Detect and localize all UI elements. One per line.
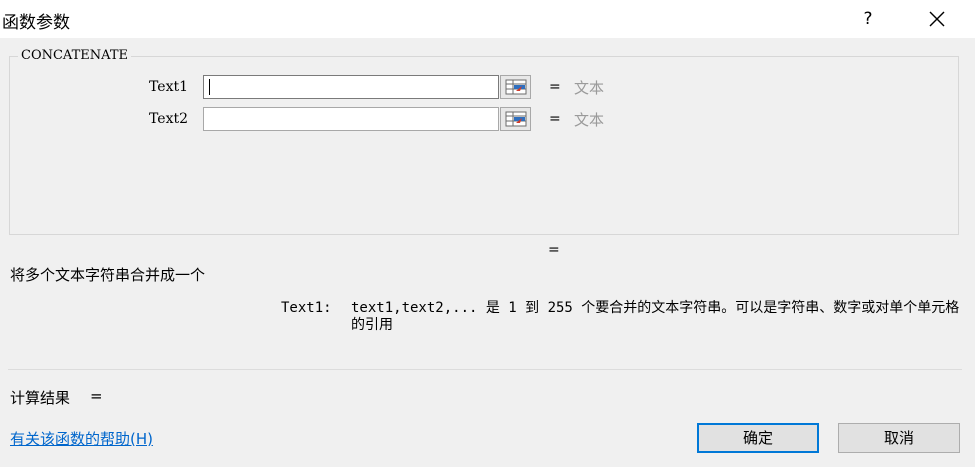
arg-equals: = — [549, 111, 561, 127]
function-name: CONCATENATE — [18, 48, 131, 63]
arg-type-hint: 文本 — [574, 111, 605, 129]
range-select-icon — [505, 79, 526, 95]
help-button[interactable]: ? — [856, 6, 880, 32]
dialog-body: CONCATENATE Text1 = 文本 Text2 = 文本 = 将多个文… — [0, 38, 975, 467]
divider — [8, 369, 962, 370]
arg-equals: = — [549, 79, 561, 95]
text1-range-button[interactable] — [500, 75, 531, 99]
argument-help-name: Text1: — [281, 300, 332, 316]
cancel-button[interactable]: 取消 — [838, 423, 960, 453]
text2-input[interactable] — [203, 107, 499, 131]
function-help-link[interactable]: 有关该函数的帮助(H) — [10, 428, 153, 449]
dialog-title: 函数参数 — [2, 13, 70, 33]
text-caret — [209, 79, 210, 95]
arg-label-text2: Text2 — [149, 111, 188, 127]
title-bar: 函数参数 ? — [0, 0, 975, 38]
function-description: 将多个文本字符串合并成一个 — [10, 266, 206, 284]
ok-button[interactable]: 确定 — [697, 423, 819, 453]
calculation-result-label: 计算结果 — [10, 389, 71, 407]
close-icon — [929, 11, 945, 27]
arg-type-hint: 文本 — [574, 79, 605, 97]
text2-range-button[interactable] — [500, 107, 531, 131]
arg-label-text1: Text1 — [149, 79, 188, 95]
range-select-icon — [505, 111, 526, 127]
function-arguments-group: CONCATENATE Text1 = 文本 Text2 = 文本 — [9, 48, 959, 235]
close-button[interactable] — [924, 6, 950, 32]
function-result-equals: = — [548, 242, 560, 258]
calculation-result-equals: = — [90, 387, 103, 405]
argument-help-text: text1,text2,... 是 1 到 255 个要合并的文本字符串。可以是… — [351, 300, 960, 333]
text1-input[interactable] — [203, 75, 499, 99]
